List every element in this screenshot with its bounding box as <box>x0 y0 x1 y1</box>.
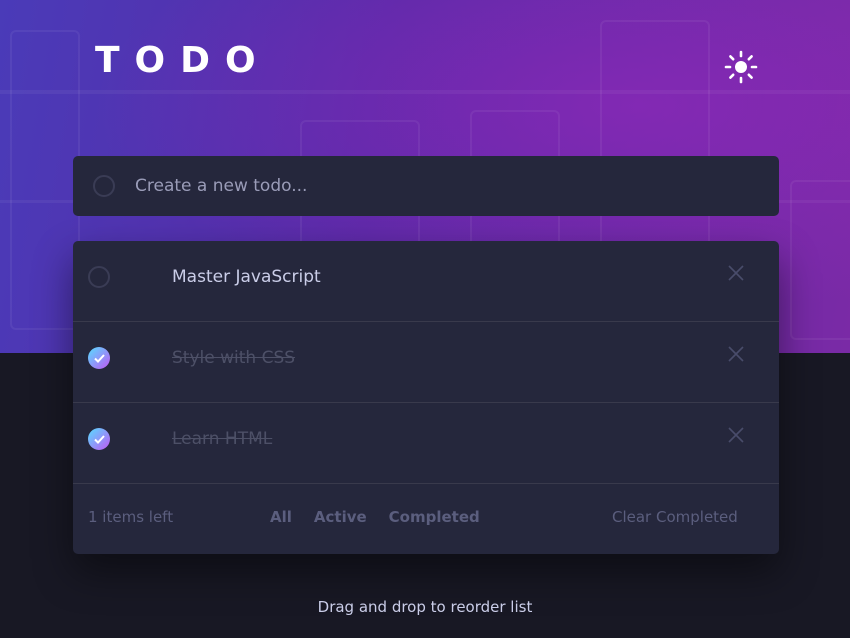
close-icon <box>728 427 744 443</box>
checked-circle-icon <box>88 428 110 450</box>
checked-circle-icon <box>88 347 110 369</box>
new-todo-check-circle <box>93 175 115 197</box>
todo-text: Learn HTML <box>172 429 273 449</box>
app-title: TODO <box>95 40 271 81</box>
todo-footer: 1 items left All Active Completed Clear … <box>73 484 779 554</box>
filter-completed-button[interactable]: Completed <box>389 508 480 526</box>
theme-toggle-button[interactable] <box>722 48 760 86</box>
items-left-count: 1 items left <box>88 508 174 526</box>
check-icon <box>93 434 105 444</box>
todo-list: Master JavaScript Style with CSS Learn H… <box>73 241 779 554</box>
close-icon <box>728 265 744 281</box>
todo-item[interactable]: Master JavaScript <box>73 241 779 322</box>
todo-checkbox[interactable] <box>88 428 110 450</box>
reorder-hint: Drag and drop to reorder list <box>317 598 533 616</box>
filter-all-button[interactable]: All <box>270 508 292 526</box>
todo-text: Style with CSS <box>172 348 296 368</box>
close-icon <box>728 346 744 362</box>
delete-todo-button[interactable] <box>727 426 745 444</box>
sun-icon <box>724 50 758 84</box>
todo-item[interactable]: Learn HTML <box>73 403 779 484</box>
filter-tabs: All Active Completed <box>270 508 480 526</box>
todo-item[interactable]: Style with CSS <box>73 322 779 403</box>
delete-todo-button[interactable] <box>727 345 745 363</box>
todo-checkbox[interactable] <box>88 266 110 288</box>
delete-todo-button[interactable] <box>727 264 745 282</box>
new-todo-bar <box>73 156 779 216</box>
unchecked-circle-icon <box>88 266 110 288</box>
check-icon <box>93 353 105 363</box>
todo-checkbox[interactable] <box>88 347 110 369</box>
filter-active-button[interactable]: Active <box>314 508 367 526</box>
clear-completed-button[interactable]: Clear Completed <box>612 508 738 526</box>
todo-text: Master JavaScript <box>172 267 321 287</box>
new-todo-input[interactable] <box>135 171 735 201</box>
